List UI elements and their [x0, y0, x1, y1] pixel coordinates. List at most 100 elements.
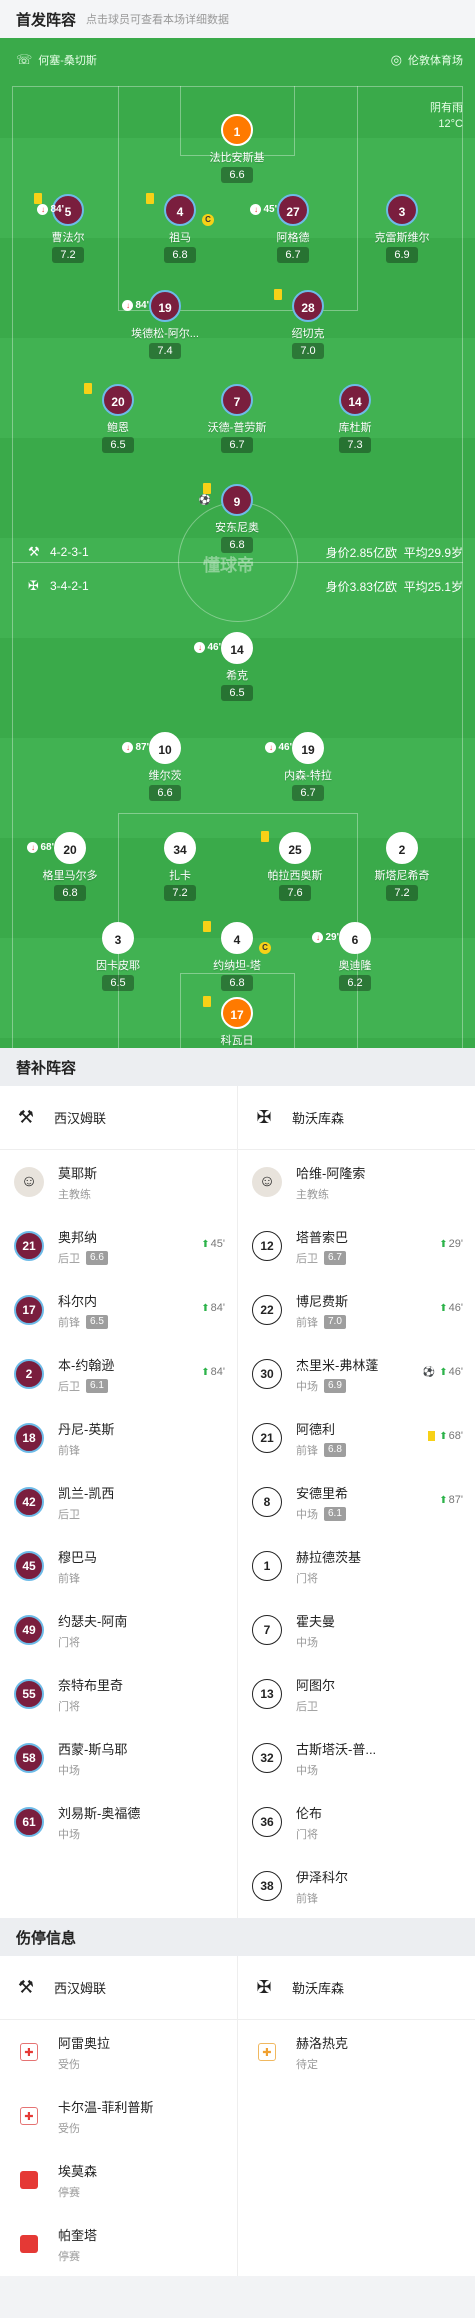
player-rating: 6.9 [324, 1378, 346, 1393]
sub-minute: 84' [135, 300, 149, 311]
sub-player-row[interactable]: 36 伦布 门将 [238, 1790, 475, 1854]
sub-out-icon: ↓ [250, 204, 262, 215]
page-title: 首发阵容 [16, 11, 77, 29]
home-player[interactable]: 7 沃德-普劳斯 6.7 [177, 384, 297, 453]
player-info: 约瑟夫-阿南 门将 [58, 1611, 127, 1650]
coach-avatar: ☺ [252, 1167, 282, 1197]
subs-home-team[interactable]: ⚒ 西汉姆联 [0, 1086, 237, 1150]
sub-player-row[interactable]: 58 西蒙-斯乌耶 中场 [0, 1726, 237, 1790]
player-position: 中场 [58, 1764, 80, 1777]
sub-player-row[interactable]: 1 赫拉德茨基 门将 [238, 1534, 475, 1598]
home-formation-label: 4-2-3-1 [50, 545, 89, 559]
sub-player-row[interactable]: 12 塔普索巴 后卫 6.7 ⬆ 29' [238, 1214, 475, 1278]
player-rating: 7.2 [52, 247, 84, 263]
player-info: 阿雷奥拉 受伤 [58, 2033, 110, 2072]
player-name: 曹法尔 [51, 232, 85, 244]
away-player[interactable]: 4 C 约纳坦-塔 6.8 [177, 921, 297, 991]
sub-player-row[interactable]: 32 古斯塔沃-普... 中场 [238, 1726, 475, 1790]
sub-out-badge: ↓ 46' [265, 732, 292, 764]
sub-player-row[interactable]: 45 穆巴马 前锋 [0, 1534, 237, 1598]
sub-player-row[interactable]: 7 霍夫曼 中场 [238, 1598, 475, 1662]
home-player[interactable]: 28 绍切克 7.0 [248, 289, 368, 359]
home-player[interactable]: 1 法比安斯基 6.6 [177, 114, 297, 183]
pitch: ☏ 何塞-桑切斯 ◎ 伦敦体育场 阴有雨 12°C 懂球帝 ⚒ 4-2-3-1 身价2… [0, 38, 475, 1048]
injury-row[interactable]: ✚ 赫洛热克 待定 [238, 2020, 475, 2084]
player-number: 13 [252, 1679, 282, 1709]
sub-player-row[interactable]: 55 奈特布里奇 门将 [0, 1662, 237, 1726]
sub-player-row[interactable]: 38 伊泽科尔 前锋 [238, 1854, 475, 1918]
player-name: 杰里米-弗林蓬 [296, 1357, 379, 1373]
player-name: 克雷斯维尔 [374, 232, 430, 244]
sub-out-badge: ↓ 84' [37, 194, 64, 226]
player-name: 霍夫曼 [296, 1613, 336, 1629]
sub-player-row[interactable]: 17 科尔内 前锋 6.5 ⬆ 84' [0, 1278, 237, 1342]
sub-player-row[interactable]: 30 杰里米-弗林蓬 中场 6.9 ⚽ ⬆ 46' [238, 1342, 475, 1406]
player-number-badge: 27 ↓ 45' [250, 194, 309, 226]
home-player[interactable]: 9 ⚽ 安东尼奥 6.8 [177, 483, 297, 553]
injury-status: 停赛 [58, 2186, 80, 2199]
away-player[interactable]: 25 帕拉西奥斯 7.6 [235, 831, 355, 901]
injury-status: 待定 [296, 2058, 318, 2071]
home-player[interactable]: 3 克雷斯维尔 6.9 [342, 194, 462, 263]
player-number: 58 [14, 1743, 44, 1773]
player-number: 1 [252, 1551, 282, 1581]
sub-player-row[interactable]: 49 约瑟夫-阿南 门将 [0, 1598, 237, 1662]
injury-row[interactable]: 帕奎塔 停赛 [0, 2212, 237, 2276]
home-player[interactable]: 19 ↓ 84' 埃德松-阿尔... 7.4 [105, 290, 225, 359]
away-player[interactable]: 10 ↓ 87' 维尔茨 6.6 [105, 732, 225, 801]
home-player[interactable]: 27 ↓ 45' 阿格德 6.7 [233, 194, 353, 263]
sub-player-row[interactable]: 2 本-约翰逊 后卫 6.1 ⬆ 84' [0, 1342, 237, 1406]
sub-player-row[interactable]: 22 博尼费斯 前锋 7.0 ⬆ 46' [238, 1278, 475, 1342]
rating-value: 6.5 [229, 687, 245, 699]
away-player[interactable]: 2 斯塔尼希奇 7.2 [342, 832, 462, 901]
player-rating: 6.6 [149, 785, 181, 801]
player-position: 中场 [296, 1764, 318, 1777]
player-position: 前锋 [58, 1444, 80, 1457]
sub-player-row[interactable]: 18 丹尼-英斯 前锋 [0, 1406, 237, 1470]
player-number-badge: 17 [203, 996, 253, 1029]
sub-player-row[interactable]: 8 安德里希 中场 6.1 ⬆ 87' [238, 1470, 475, 1534]
home-player[interactable]: 20 鲍恩 6.5 [58, 383, 178, 453]
injuries-home-team[interactable]: ⚒ 西汉姆联 [0, 1956, 237, 2020]
rating-value: 6.6 [157, 787, 173, 799]
injury-cross-icon: ✚ [20, 2107, 38, 2125]
player-position: 前锋 [58, 1316, 80, 1329]
sub-in-badge: ⚽ ⬆ 46' [423, 1366, 463, 1378]
player-name: 丹尼-英斯 [58, 1421, 115, 1437]
injuries-away-team[interactable]: ✠ 勒沃库森 [238, 1956, 475, 2020]
team-name: 勒沃库森 [292, 1981, 345, 1996]
sub-player-row[interactable]: 21 奥邦纳 后卫 6.6 ⬆ 45' [0, 1214, 237, 1278]
away-player[interactable]: 3 因卡皮耶 6.5 [58, 922, 178, 991]
sub-player-row[interactable]: 42 凯兰-凯西 后卫 [0, 1470, 237, 1534]
sub-player-row[interactable]: 61 刘易斯-奥福德 中场 [0, 1790, 237, 1854]
away-player[interactable]: 17科瓦日★7.9 [177, 996, 297, 1048]
away-player[interactable]: 14 ↓ 46' 希克 6.5 [177, 632, 297, 701]
coach-row[interactable]: ☺ 哈维-阿隆索 主教练 [238, 1150, 475, 1214]
sub-player-row[interactable]: 21 阿德利 前锋 6.8 ⬆ 68' [238, 1406, 475, 1470]
home-player[interactable]: 4 C 祖马 6.8 [120, 193, 240, 263]
player-name: 阿图尔 [296, 1677, 336, 1693]
home-player[interactable]: 5 ↓ 84' 曹法尔 7.2 [8, 193, 128, 263]
leverkusen-crest-icon: ✠ [256, 1977, 272, 1997]
away-player[interactable]: 34 扎卡 7.2 [120, 832, 240, 901]
away-value: 身价3.83亿欧 平均25.1岁 [326, 578, 463, 595]
injury-status: 停赛 [58, 2250, 80, 2263]
injury-row[interactable]: ✚ 卡尔温-菲利普斯 受伤 [0, 2084, 237, 2148]
player-number: 20 [111, 395, 125, 409]
temperature: 12°C [438, 118, 463, 130]
rating-value: 6.6 [229, 169, 245, 181]
coach-row[interactable]: ☺ 莫耶斯 主教练 [0, 1150, 237, 1214]
away-player[interactable]: 19 ↓ 46' 内森-特拉 6.7 [248, 732, 368, 801]
player-rating: 6.7 [292, 785, 324, 801]
player-number-badge: 28 [274, 289, 324, 322]
player-number-badge: 5 ↓ 84' [34, 193, 84, 226]
injury-row[interactable]: 埃莫森 停赛 [0, 2148, 237, 2212]
injury-row[interactable]: ✚ 阿雷奥拉 受伤 [0, 2020, 237, 2084]
away-player[interactable]: 20 ↓ 68' 格里马尔多 6.8 [10, 832, 130, 901]
player-number-badge: 1 [221, 114, 253, 146]
sub-player-row[interactable]: 13 阿图尔 后卫 [238, 1662, 475, 1726]
subs-away-team[interactable]: ✠ 勒沃库森 [238, 1086, 475, 1150]
player-info: 刘易斯-奥福德 中场 [58, 1803, 140, 1842]
away-player[interactable]: 6 ↓ 29' 奥迪隆 6.2 [295, 922, 415, 991]
home-player[interactable]: 14 库杜斯 7.3 [295, 384, 415, 453]
